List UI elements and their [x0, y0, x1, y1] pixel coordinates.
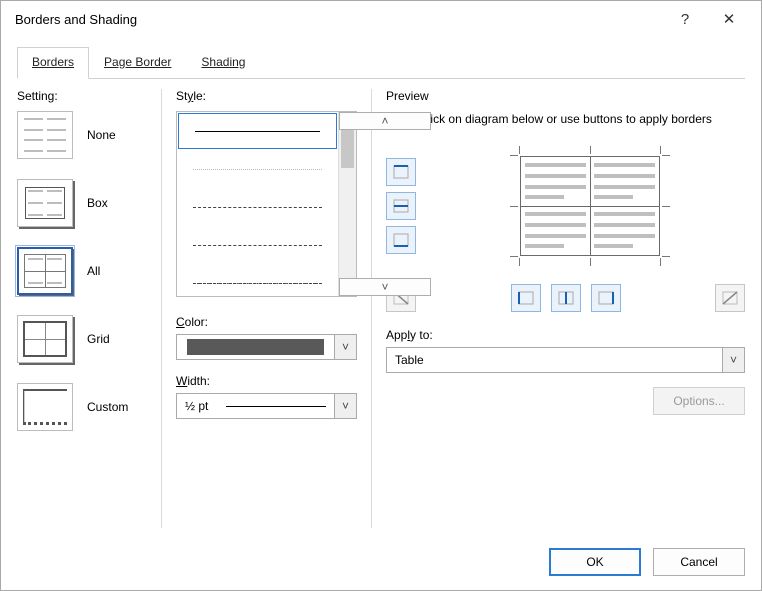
- tab-page-border[interactable]: Page Border: [89, 47, 186, 79]
- style-listbox[interactable]: ˄ ˅: [176, 111, 357, 297]
- setting-grid-label: Grid: [87, 332, 110, 346]
- dialog-title: Borders and Shading: [15, 12, 663, 27]
- chevron-down-icon: ˅: [334, 394, 356, 418]
- setting-none-label: None: [87, 128, 116, 142]
- border-left-button[interactable]: [511, 284, 541, 312]
- options-button: Options...: [653, 387, 745, 415]
- setting-none-icon: [17, 111, 73, 159]
- style-scrollbar[interactable]: ˄ ˅: [338, 112, 356, 296]
- setting-custom-icon: [17, 383, 73, 431]
- apply-to-label: Apply to:: [386, 328, 745, 342]
- border-bottom-button[interactable]: [386, 226, 416, 254]
- border-top-button[interactable]: [386, 158, 416, 186]
- width-dropdown[interactable]: ½ pt ˅: [176, 393, 357, 419]
- setting-box-label: Box: [87, 196, 108, 210]
- cancel-button[interactable]: Cancel: [653, 548, 745, 576]
- style-option-hairline[interactable]: [177, 150, 338, 188]
- setting-custom-label: Custom: [87, 400, 128, 414]
- chevron-down-icon: ˅: [722, 348, 744, 372]
- color-label: Color:: [176, 315, 357, 329]
- help-button[interactable]: ?: [663, 4, 707, 34]
- dialog-footer: OK Cancel: [17, 528, 745, 576]
- setting-box-icon: [17, 179, 73, 227]
- scroll-down-icon[interactable]: ˅: [339, 278, 431, 296]
- setting-all-icon: [17, 247, 73, 295]
- setting-none[interactable]: None: [17, 111, 157, 159]
- setting-grid[interactable]: Grid: [17, 315, 157, 363]
- setting-custom[interactable]: Custom: [17, 383, 157, 431]
- style-option-solid[interactable]: [178, 113, 337, 149]
- dialog-borders-and-shading: Borders and Shading ? ✕ Borders Page Bor…: [0, 0, 762, 591]
- color-dropdown[interactable]: ˅: [176, 334, 357, 360]
- style-option-dash-dot[interactable]: [177, 264, 338, 296]
- setting-box[interactable]: Box: [17, 179, 157, 227]
- setting-label: Setting:: [17, 89, 157, 103]
- preview-label: Preview: [386, 89, 745, 103]
- border-inner-horizontal-button[interactable]: [386, 192, 416, 220]
- preview-diagram[interactable]: [510, 146, 670, 266]
- close-button[interactable]: ✕: [707, 4, 751, 34]
- apply-to-value: Table: [395, 353, 424, 367]
- border-diagonal-up-button[interactable]: [715, 284, 745, 312]
- style-option-dashed[interactable]: [177, 188, 338, 226]
- tab-borders[interactable]: Borders: [17, 47, 89, 79]
- ok-button[interactable]: OK: [549, 548, 641, 576]
- border-right-button[interactable]: [591, 284, 621, 312]
- style-option-long-dash[interactable]: [177, 226, 338, 264]
- setting-grid-icon: [17, 315, 73, 363]
- setting-all-label: All: [87, 264, 100, 278]
- apply-to-dropdown[interactable]: Table ˅: [386, 347, 745, 373]
- border-inner-vertical-button[interactable]: [551, 284, 581, 312]
- tab-strip: Borders Page Border Shading: [17, 47, 745, 79]
- width-value: ½ pt: [185, 399, 208, 413]
- style-label: Style:: [176, 89, 357, 103]
- chevron-down-icon: ˅: [334, 335, 356, 359]
- scroll-thumb[interactable]: [341, 130, 354, 168]
- width-label: Width:: [176, 374, 357, 388]
- color-swatch: [187, 339, 324, 355]
- tab-shading[interactable]: Shading: [186, 47, 260, 79]
- width-sample-line: [226, 406, 326, 407]
- preview-hint: Click on diagram below or use buttons to…: [416, 111, 715, 128]
- titlebar: Borders and Shading ? ✕: [1, 1, 761, 37]
- scroll-up-icon[interactable]: ˄: [339, 112, 431, 130]
- setting-all[interactable]: All: [17, 247, 157, 295]
